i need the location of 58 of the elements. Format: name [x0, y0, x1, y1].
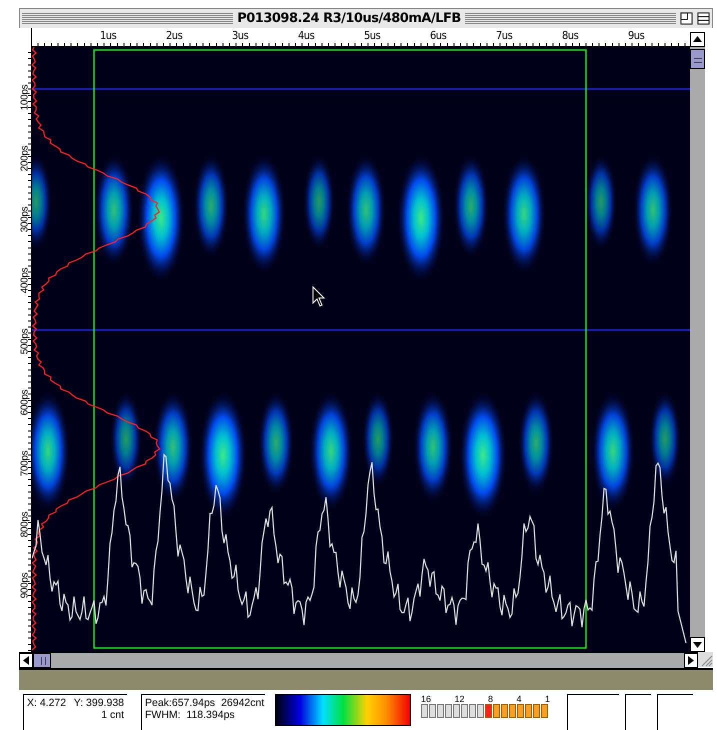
ruler-label: 5us [364, 29, 380, 42]
ruler-label: 3us [232, 29, 248, 42]
resize-grip-icon[interactable] [698, 652, 713, 667]
horizontal-scrollbar[interactable] [19, 652, 698, 668]
ruler-label: 700ps [20, 450, 30, 478]
scale-cell[interactable] [445, 704, 452, 718]
ruler-label: 1us [100, 29, 116, 42]
scroll-thumb[interactable] [690, 49, 705, 69]
ruler-label: 6us [430, 29, 446, 42]
peak-count-readout: 26942cnt [221, 697, 264, 709]
scale-cell[interactable] [453, 704, 460, 718]
ruler-label: 500ps [20, 328, 30, 356]
collapse-box-icon[interactable] [697, 12, 710, 25]
scale-cell[interactable] [469, 704, 476, 718]
scroll-thumb[interactable] [33, 653, 51, 668]
empty-status-panel [657, 694, 693, 730]
ruler-label: 800ps [20, 510, 30, 538]
ruler-label: 4us [298, 29, 314, 42]
peak-readout: Peak:657.94ps [145, 697, 216, 709]
scale-cell[interactable] [509, 704, 516, 718]
scale-label: 16 [421, 694, 432, 704]
scale-cell[interactable] [429, 704, 436, 718]
scale-cell[interactable] [421, 704, 428, 718]
scale-cell[interactable] [493, 704, 500, 718]
ruler-label: 100ps [20, 84, 30, 112]
y-readout: Y: 399.938 [74, 697, 124, 709]
roi-rectangle[interactable] [93, 49, 587, 649]
zoom-box-icon[interactable] [680, 12, 693, 25]
ruler-label: 200ps [20, 144, 30, 172]
scale-cell[interactable] [533, 704, 540, 718]
ruler-label: 2us [166, 29, 182, 42]
scale-cell[interactable] [477, 704, 484, 718]
empty-status-panel [567, 694, 619, 730]
scale-cell[interactable] [517, 704, 524, 718]
fwhm-readout: FWHM: 118.394ps [145, 709, 235, 721]
scale-cell[interactable] [501, 704, 508, 718]
ruler-label: 900ps [20, 572, 30, 600]
scale-cell[interactable] [525, 704, 532, 718]
scale-label: 8 [488, 694, 493, 704]
scale-label: 1 [544, 694, 550, 704]
x-readout: X: 4.272 [27, 697, 66, 709]
scale-label: 12 [454, 694, 464, 704]
vertical-scrollbar[interactable] [690, 47, 705, 652]
cursor-icon [312, 286, 326, 307]
count-readout: 1 cnt [101, 709, 124, 721]
ruler-label: 300ps [20, 206, 30, 234]
ruler-label: 600ps [20, 388, 30, 416]
scale-label: 4 [516, 694, 522, 704]
scale-cell[interactable] [541, 704, 548, 718]
ruler-label: 400ps [20, 266, 30, 294]
ruler-label: 9us [628, 29, 644, 42]
scale-cell[interactable] [461, 704, 468, 718]
empty-status-panel [625, 694, 651, 730]
ruler-label: 7us [496, 29, 512, 42]
scale-cell[interactable] [437, 704, 444, 718]
scale-cell[interactable] [485, 704, 492, 718]
ruler-label: 8us [562, 29, 578, 42]
window-title: P013098.24 R3/10us/480mA/LFB [237, 11, 461, 26]
